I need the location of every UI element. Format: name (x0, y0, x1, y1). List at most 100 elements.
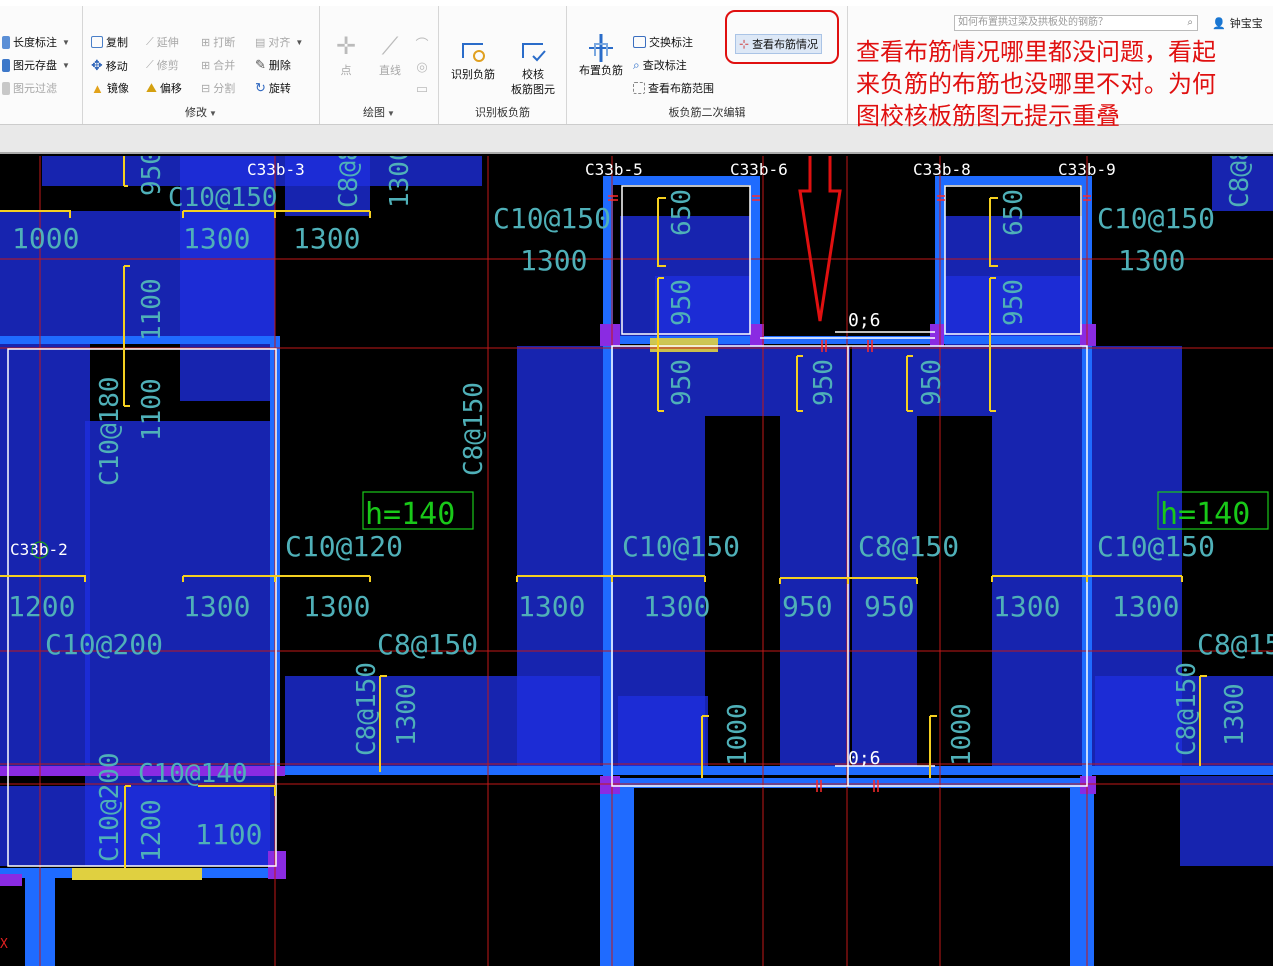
dimension-icon (2, 35, 10, 49)
spec-label: C8@150 (377, 628, 478, 661)
modify-group-label[interactable]: 修改 ▼ (83, 104, 319, 120)
extend-button[interactable]: ⟋ 延伸 (146, 34, 179, 50)
cad-viewport[interactable]: C33b-3 C33b-5 C33b-6 C33b-8 C33b-9 C33b-… (0, 156, 1273, 966)
identify-negative-rebar-button[interactable]: 识别负筋 (445, 36, 501, 83)
length-label: 1300 (183, 222, 250, 255)
highlight-frame (725, 10, 839, 64)
length-label: 950 (667, 359, 697, 406)
copy-icon (91, 36, 103, 48)
split-label: 分割 (213, 83, 236, 95)
element-filter-label: 图元过滤 (13, 83, 57, 95)
spec-label: C8@150 (1197, 628, 1273, 661)
length-label: 1300 (993, 590, 1060, 623)
offset-button[interactable]: ⛰ 偏移 (146, 80, 182, 96)
spec-label: C8@80 (334, 156, 364, 208)
length-dimension-button[interactable]: 长度标注 ▼ (2, 34, 70, 50)
place-rebar-label: 布置负筋 (579, 65, 623, 77)
length-label: 1100 (137, 378, 167, 441)
length-label: 1000 (723, 703, 753, 766)
move-button[interactable]: ✥ 移动 (91, 57, 128, 74)
move-icon: ✥ (91, 57, 103, 73)
chevron-down-icon: ▼ (295, 37, 304, 47)
range-icon (633, 82, 645, 94)
thickness-label-left: h=140 (365, 497, 455, 532)
merge-button[interactable]: ⊞ 合并 (201, 57, 235, 73)
question-annotation: 查看布筋情况哪里都没问题，看起来负筋的布筋也没哪里不对。为何图校核板筋图元提示重… (856, 38, 1216, 130)
user-name: 钟宝宝 (1229, 18, 1263, 30)
extend-icon: ⟋ (146, 35, 154, 48)
annotation-arrow (798, 156, 842, 322)
rotate-button[interactable]: ↻ 旋转 (255, 80, 291, 96)
spec-label: C10@150 (622, 530, 740, 563)
point-icon: ✛ (335, 33, 357, 60)
offset-label: 偏移 (159, 83, 182, 95)
check-label-line1: 校核 (522, 69, 544, 81)
point-label: 点 (340, 65, 352, 77)
mirror-label: 镜像 (106, 83, 129, 95)
save-element-button[interactable]: 图元存盘 ▼ (2, 57, 70, 73)
axis-x-marker: X (0, 937, 8, 952)
length-label: 1200 (8, 590, 75, 623)
length-label: 1300 (520, 244, 587, 277)
save-icon (2, 58, 10, 72)
rotate-label: 旋转 (268, 83, 291, 95)
view-range-button[interactable]: 查看布筋范围 (633, 80, 714, 96)
eraser-icon: ✎ (255, 57, 266, 72)
spec-label: C10@140 (138, 759, 248, 789)
delete-button[interactable]: ✎ 删除 (255, 57, 291, 73)
modify-group-title: 修改 (185, 107, 208, 119)
element-filter-button[interactable]: 图元过滤 (2, 80, 57, 96)
length-label: 1000 (12, 222, 79, 255)
avatar-icon: 👤 (1212, 17, 1226, 30)
mirror-button[interactable]: ▲ 镜像 (91, 80, 129, 96)
break-button[interactable]: ⊞ 打断 (201, 34, 235, 50)
search-edit-icon: ⌕ (633, 57, 640, 72)
length-label: 950 (999, 279, 1029, 326)
chevron-down-icon: ▼ (62, 60, 70, 70)
split-button[interactable]: ⊟ 分割 (201, 80, 235, 96)
line-label: 直线 (379, 65, 401, 77)
identify-label: 识别负筋 (451, 69, 495, 81)
swap-icon (633, 36, 646, 48)
chevron-down-icon: ▼ (62, 37, 70, 47)
search-placeholder: 如何布置拱过梁及拱板处的钢筋？ (958, 17, 1108, 28)
rotate-icon: ↻ (255, 80, 266, 95)
length-label: 950 (917, 359, 947, 406)
break-icon: ⊞ (201, 36, 211, 49)
search-icon: ⌕ (1187, 17, 1193, 28)
swap-label-button[interactable]: 交换标注 (633, 34, 693, 50)
ribbon-group-modify: 复制 ✥ 移动 ▲ 镜像 ⟋ 延伸 ⟋ 修剪 ⛰ 偏移 ⊞ 打断 ⊞ 合并 ⊟ 分割 ▤ 对齐 ▼ … (83, 6, 320, 124)
break-label: 打断 (213, 37, 236, 49)
align-label: 对齐 (268, 37, 291, 49)
spec-label: C10@200 (95, 752, 125, 862)
user-account[interactable]: 👤 钟宝宝 (1212, 15, 1263, 31)
align-button[interactable]: ▤ 对齐 ▼ (255, 34, 303, 50)
line-button[interactable]: ⟋ 直线 (370, 32, 410, 79)
modify-label-button[interactable]: ⌕ 查改标注 (633, 57, 687, 73)
spec-label: C8@150 (459, 382, 489, 476)
arc-tools[interactable]: ⌒ ◎ ▭ (412, 34, 432, 100)
place-negative-rebar-button[interactable]: 布置负筋 (573, 32, 629, 79)
overlap-count-top: 0;6 (848, 310, 881, 331)
copy-button[interactable]: 复制 (91, 34, 128, 50)
place-rebar-icon (585, 32, 617, 62)
spec-label: C10@150 (1097, 530, 1215, 563)
modify-label-text: 查改标注 (642, 60, 687, 72)
slab-label-c33b-3: C33b-3 (247, 160, 305, 179)
check-slab-rebar-button[interactable]: 校核 板筋图元 (505, 36, 561, 98)
align-icon: ▤ (255, 36, 266, 49)
cad-drawing-canvas[interactable]: C33b-3 C33b-5 C33b-6 C33b-8 C33b-9 C33b-… (0, 156, 1273, 966)
draw-group-title: 绘图 (363, 107, 386, 119)
trim-button[interactable]: ⟋ 修剪 (146, 57, 179, 73)
check-rebar-icon (517, 36, 549, 66)
draw-group-label[interactable]: 绘图 ▼ (320, 104, 438, 120)
swap-label-text: 交换标注 (649, 37, 693, 49)
length-label: 1300 (643, 590, 710, 623)
length-label: 1300 (518, 590, 585, 623)
help-search-input[interactable]: 如何布置拱过梁及拱板处的钢筋？ ⌕ (954, 15, 1198, 31)
ribbon-group-draw: ✛ 点 ⟋ 直线 ⌒ ◎ ▭ 绘图 ▼ (320, 6, 439, 124)
length-label: 1300 (1118, 244, 1185, 277)
length-label: 950 (809, 359, 839, 406)
spec-label: C10@150 (168, 183, 278, 213)
point-button[interactable]: ✛ 点 (328, 32, 364, 79)
